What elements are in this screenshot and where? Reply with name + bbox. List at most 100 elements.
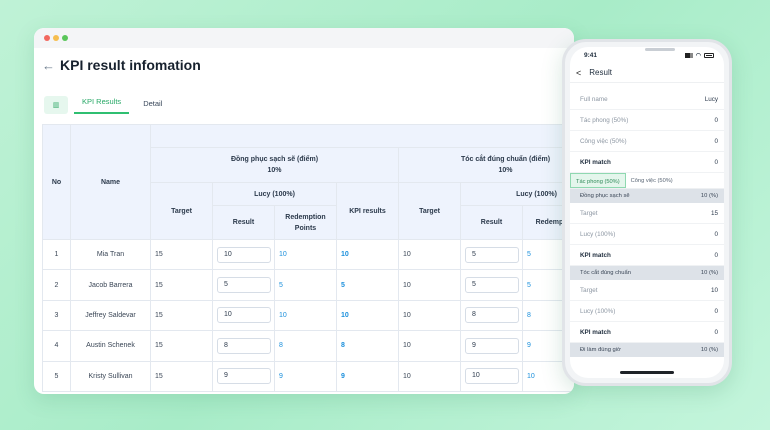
phone-nav-bar: < Result <box>570 63 724 83</box>
cell-no: 1 <box>42 238 71 271</box>
header-redemption-1: Redemption Points <box>274 205 337 240</box>
section-header-toc-cat: Tóc cắt đúng chuẩn 10 (%) <box>570 266 724 280</box>
cell-name: Austin Schenek <box>70 330 151 362</box>
cell-target-2: 10 <box>398 269 461 301</box>
cell-target-2: 10 <box>398 360 461 392</box>
table-row: 5 Kristy Sullivan 15 9 9 9 10 10 10 <box>42 360 574 392</box>
row-full-name: Full name Lucy <box>570 89 724 110</box>
cell-kpi-result: 5 <box>336 269 399 301</box>
row-kpi-match: KPI match 0 <box>570 322 724 343</box>
cell-name: Kristy Sullivan <box>70 360 151 392</box>
close-dot-icon[interactable] <box>44 35 50 41</box>
cell-kpi-result: 8 <box>336 330 399 362</box>
phone-notch <box>645 48 675 51</box>
header-group-dong-phuc: Đồng phục sạch sẽ (điểm) 10% <box>150 147 399 183</box>
result-input-1[interactable]: 9 <box>217 368 271 385</box>
cell-result: 5 <box>212 269 275 301</box>
cell-kpi-result: 10 <box>336 299 399 332</box>
page-title: KPI result infomation <box>60 57 201 73</box>
page-header: ← KPI result infomation <box>42 57 201 73</box>
minimize-dot-icon[interactable] <box>53 35 59 41</box>
section-header-dong-phuc: Đồng phục sạch sẽ 10 (%) <box>570 189 724 203</box>
result-input-1[interactable]: 10 <box>217 246 271 263</box>
phone-screen: 9:41 ◠ < Result Full name Lucy Tác phong… <box>570 47 724 378</box>
wifi-icon: ◠ <box>695 52 701 59</box>
tab-bar: ▥ KPI Results Detail <box>44 96 170 114</box>
cell-redemption-1: 10 <box>274 238 337 271</box>
row-lucy: Lucy (100%) 0 <box>570 224 724 245</box>
row-cong-viec: Công việc (50%) 0 <box>570 131 724 152</box>
row-tac-phong: Tác phong (50%) 0 <box>570 110 724 131</box>
cell-redemption-1: 9 <box>274 360 337 392</box>
cell-target-1: 15 <box>150 330 213 362</box>
grid-icon[interactable]: ▥ <box>44 96 68 114</box>
signal-icon <box>684 52 693 58</box>
header-target-2: Target <box>398 182 461 240</box>
status-time: 9:41 <box>584 51 598 59</box>
cell-result: 8 <box>212 330 275 362</box>
cell-target-2: 10 <box>398 238 461 271</box>
maximize-dot-icon[interactable] <box>62 35 68 41</box>
table-row: 4 Austin Schenek 15 8 8 8 10 9 9 <box>42 330 574 362</box>
phone-tab-bar: Tác phong (50%) Công việc (50%) <box>570 173 724 189</box>
cell-kpi-result: 10 <box>336 238 399 271</box>
cell-no: 3 <box>42 299 71 332</box>
section-header-di-lam: Đi làm đúng giờ 10 (%) <box>570 343 724 357</box>
header-name: Name <box>70 124 151 240</box>
phone-tab-tac-phong[interactable]: Tác phong (50%) <box>570 173 626 188</box>
cell-target-2: 10 <box>398 299 461 332</box>
window-titlebar <box>34 28 574 48</box>
phone-title: Result <box>589 68 612 77</box>
table-row: 3 Jeffrey Saldevar 15 10 10 10 10 8 8 <box>42 299 574 332</box>
cell-result: 10 <box>212 299 275 332</box>
header-lucy-2: Lucy (100%) <box>460 182 574 206</box>
cell-kpi-result: 9 <box>336 360 399 392</box>
home-indicator[interactable] <box>620 371 674 374</box>
battery-icon <box>704 52 714 58</box>
result-input-2[interactable]: 5 <box>465 246 519 263</box>
row-kpi-match: KPI match 0 <box>570 152 724 173</box>
arrow-left-icon[interactable]: ← <box>42 58 58 73</box>
chevron-left-icon[interactable]: < <box>576 68 581 78</box>
cell-no: 5 <box>42 360 71 392</box>
result-input-2[interactable]: 8 <box>465 307 519 324</box>
cell-no: 4 <box>42 330 71 362</box>
cell-result: 5 <box>460 238 523 271</box>
cell-result: 10 <box>460 360 523 392</box>
tab-kpi-results[interactable]: KPI Results <box>74 97 130 114</box>
row-kpi-match: KPI match 0 <box>570 245 724 266</box>
cell-result: 9 <box>460 330 523 362</box>
cell-name: Mia Tran <box>70 238 151 271</box>
cell-result: 5 <box>460 269 523 301</box>
phone-frame: 9:41 ◠ < Result Full name Lucy Tác phong… <box>562 39 732 386</box>
cell-target-1: 15 <box>150 299 213 332</box>
cell-result: 8 <box>460 299 523 332</box>
result-input-1[interactable]: 8 <box>217 337 271 354</box>
cell-result: 10 <box>212 238 275 271</box>
cell-target-1: 15 <box>150 269 213 301</box>
cell-target-2: 10 <box>398 330 461 362</box>
result-input-2[interactable]: 5 <box>465 277 519 294</box>
cell-name: Jacob Barrera <box>70 269 151 301</box>
cell-result: 9 <box>212 360 275 392</box>
cell-target-1: 15 <box>150 360 213 392</box>
header-lucy-1: Lucy (100%) <box>212 182 337 206</box>
cell-target-1: 15 <box>150 238 213 271</box>
cell-name: Jeffrey Saldevar <box>70 299 151 332</box>
result-input-2[interactable]: 9 <box>465 337 519 354</box>
header-result-1: Result <box>212 205 275 240</box>
header-kpi-results: KPI results <box>336 182 399 240</box>
kpi-table: No Name Đồng phục sạch sẽ (điểm) 10% Tóc… <box>42 124 574 392</box>
result-input-2[interactable]: 10 <box>465 368 519 385</box>
cell-redemption-1: 10 <box>274 299 337 332</box>
phone-tab-cong-viec[interactable]: Công việc (50%) <box>626 173 678 188</box>
header-result-2: Result <box>460 205 523 240</box>
tab-detail[interactable]: Detail <box>135 99 170 114</box>
kpi-table-container[interactable]: No Name Đồng phục sạch sẽ (điểm) 10% Tóc… <box>42 124 574 394</box>
table-row: 1 Mia Tran 15 10 10 10 10 5 5 <box>42 238 574 271</box>
result-input-1[interactable]: 5 <box>217 277 271 294</box>
result-input-1[interactable]: 10 <box>217 307 271 324</box>
row-target: Target 10 <box>570 280 724 301</box>
desktop-window: ← KPI result infomation ▥ KPI Results De… <box>34 28 574 394</box>
cell-redemption-1: 8 <box>274 330 337 362</box>
